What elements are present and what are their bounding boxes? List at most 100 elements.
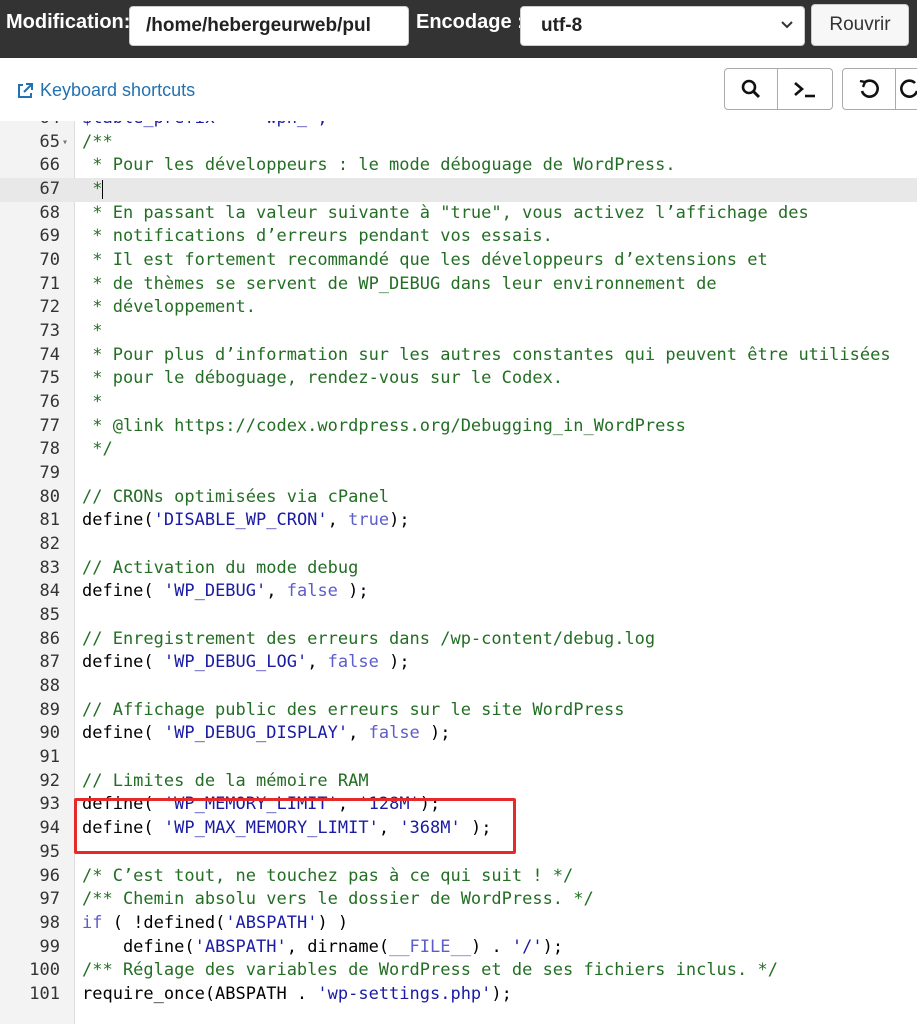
code-token: ); bbox=[542, 936, 564, 957]
line-number: 84 bbox=[39, 581, 60, 602]
line-number: 92 bbox=[39, 770, 60, 791]
code-text: define('DISABLE_WP_CRON', true); bbox=[82, 509, 410, 533]
code-line[interactable]: 68 * En passant la valeur suivante à "tr… bbox=[0, 202, 917, 226]
line-number: 75 bbox=[39, 368, 60, 389]
code-line[interactable]: 78 */ bbox=[0, 438, 917, 462]
search-icon bbox=[741, 79, 761, 99]
code-line[interactable]: 88 bbox=[0, 675, 917, 699]
code-text: * bbox=[82, 320, 102, 344]
code-token: define( bbox=[82, 723, 164, 744]
code-line[interactable]: 77 * @link https://codex.wordpress.org/D… bbox=[0, 415, 917, 439]
search-button[interactable] bbox=[724, 68, 778, 110]
editor-toolbar: Keyboard shortcuts bbox=[0, 58, 917, 122]
code-line[interactable]: 81 define('DISABLE_WP_CRON', true); bbox=[0, 509, 917, 533]
line-number: 65 bbox=[39, 131, 60, 152]
code-text: $table_prefix = 'wpn_'; bbox=[82, 121, 328, 131]
code-text: * bbox=[82, 391, 102, 415]
code-token: * Pour plus d’information sur les autres… bbox=[82, 344, 891, 365]
code-line[interactable]: 70 * Il est fortement recommandé que les… bbox=[0, 249, 917, 273]
code-line[interactable]: 71 * de thèmes se servent de WP_DEBUG da… bbox=[0, 273, 917, 297]
code-line[interactable]: 92 // Limites de la mémoire RAM bbox=[0, 770, 917, 794]
code-token: 'ABSPATH' bbox=[225, 912, 318, 933]
text-cursor bbox=[102, 179, 104, 199]
code-token: 'WP_DEBUG_DISPLAY' bbox=[163, 723, 349, 744]
code-token: // Limites de la mémoire RAM bbox=[82, 770, 369, 791]
code-token: * En passant la valeur suivante à "true"… bbox=[82, 202, 809, 223]
code-token: ); bbox=[419, 723, 451, 744]
code-line[interactable]: 76 * bbox=[0, 391, 917, 415]
code-line[interactable]: 84 define( 'WP_DEBUG', false ); bbox=[0, 580, 917, 604]
code-token: , bbox=[348, 723, 369, 744]
code-line[interactable]: 85 bbox=[0, 604, 917, 628]
code-line[interactable]: 66 * Pour les développeurs : le mode déb… bbox=[0, 154, 917, 178]
code-line[interactable]: 79 bbox=[0, 462, 917, 486]
code-text: // CRONs optimisées via cPanel bbox=[82, 486, 389, 510]
code-line[interactable]: 64 $table_prefix = 'wpn_'; bbox=[0, 121, 917, 131]
code-line[interactable]: 87 define( 'WP_DEBUG_LOG', false ); bbox=[0, 651, 917, 675]
terminal-button[interactable] bbox=[777, 68, 833, 110]
terminal-icon bbox=[794, 82, 815, 98]
line-number: 88 bbox=[39, 676, 60, 697]
line-number: 95 bbox=[39, 841, 60, 862]
code-text: // Activation du mode debug bbox=[82, 557, 358, 581]
code-token: /** Chemin absolu vers le dossier de Wor… bbox=[82, 889, 594, 910]
line-number: 93 bbox=[39, 794, 60, 815]
code-line[interactable]: 83 // Activation du mode debug bbox=[0, 557, 917, 581]
line-number: 90 bbox=[39, 723, 60, 744]
code-text: /* C’est tout, ne touchez pas à ce qui s… bbox=[82, 865, 573, 889]
line-number: 78 bbox=[39, 439, 60, 460]
code-token: /** Réglage des variables de WordPress e… bbox=[82, 960, 778, 981]
encoding-value: utf-8 bbox=[541, 15, 583, 36]
code-token: 'wp-settings.php' bbox=[317, 983, 492, 1004]
code-line[interactable]: 69 * notifications d’erreurs pendant vos… bbox=[0, 225, 917, 249]
chevron-down-icon bbox=[781, 21, 793, 29]
file-path-input[interactable]: /home/hebergeurweb/pul bbox=[129, 6, 409, 46]
code-token: * notifications d’erreurs pendant vos es… bbox=[82, 226, 553, 247]
code-text: * @link https://codex.wordpress.org/Debu… bbox=[82, 415, 686, 439]
code-line[interactable]: 75 * pour le déboguage, rendez-vous sur … bbox=[0, 367, 917, 391]
code-token: * @link https://codex.wordpress.org/Debu… bbox=[82, 415, 686, 436]
code-line[interactable]: 80 // CRONs optimisées via cPanel bbox=[0, 486, 917, 510]
code-editor[interactable]: 64$table_prefix = 'wpn_';65▾ /**66 * Pour… bbox=[0, 121, 917, 1024]
code-token: $table_prefix = 'wpn_'; bbox=[82, 121, 328, 128]
keyboard-shortcuts-link[interactable]: Keyboard shortcuts bbox=[16, 80, 195, 101]
reopen-button[interactable]: Rouvrir bbox=[811, 4, 909, 46]
code-line[interactable]: 101 require_once(ABSPATH . 'wp-settings.p… bbox=[0, 983, 917, 1007]
redo-button[interactable] bbox=[895, 68, 917, 110]
code-lines: 64$table_prefix = 'wpn_';65▾ /**66 * Pour… bbox=[0, 121, 917, 1007]
code-line[interactable]: 74 * Pour plus d’information sur les aut… bbox=[0, 344, 917, 368]
code-token: ); bbox=[337, 581, 369, 602]
keyboard-shortcuts-label: Keyboard shortcuts bbox=[40, 80, 196, 100]
line-number: 99 bbox=[39, 936, 60, 957]
code-line[interactable]: 100 /** Réglage des variables de WordPres… bbox=[0, 959, 917, 983]
fold-arrow-icon[interactable]: ▾ bbox=[62, 131, 68, 155]
encoding-select[interactable]: utf-8 bbox=[520, 6, 805, 46]
code-line[interactable]: 96 /* C’est tout, ne touchez pas à ce qui… bbox=[0, 865, 917, 889]
undo-button[interactable] bbox=[842, 68, 896, 110]
code-line[interactable]: 82 bbox=[0, 533, 917, 557]
code-token: // Enregistrement des erreurs dans /wp-c… bbox=[82, 628, 656, 649]
code-token: 'WP_DEBUG_LOG' bbox=[163, 652, 308, 673]
code-line[interactable]: 99 define('ABSPATH', dirname(__FILE__) .… bbox=[0, 936, 917, 960]
code-text: /** bbox=[82, 131, 113, 155]
code-line[interactable]: 86 // Enregistrement des erreurs dans /wp… bbox=[0, 628, 917, 652]
code-text: * notifications d’erreurs pendant vos es… bbox=[82, 225, 553, 249]
code-line[interactable]: 72 * développement. bbox=[0, 296, 917, 320]
code-token: * pour le déboguage, rendez-vous sur le … bbox=[82, 368, 564, 389]
code-line[interactable]: 89 // Affichage public des erreurs sur le… bbox=[0, 699, 917, 723]
code-text: */ bbox=[82, 438, 112, 462]
code-token: define( bbox=[82, 510, 154, 531]
code-line[interactable]: 73 * bbox=[0, 320, 917, 344]
code-line[interactable]: 90 define( 'WP_DEBUG_DISPLAY', false ); bbox=[0, 722, 917, 746]
code-token: * Pour les développeurs : le mode débogu… bbox=[82, 155, 676, 176]
code-line[interactable]: 65 ▾ /** bbox=[0, 131, 917, 155]
code-line[interactable]: 91 bbox=[0, 746, 917, 770]
code-token: * bbox=[82, 179, 103, 200]
code-line[interactable]: 67 * bbox=[0, 178, 917, 202]
line-number: 101 bbox=[29, 983, 60, 1004]
code-line[interactable]: 98 if ( !defined('ABSPATH') ) bbox=[0, 912, 917, 936]
code-line[interactable]: 97 /** Chemin absolu vers le dossier de W… bbox=[0, 888, 917, 912]
code-text: if ( !defined('ABSPATH') ) bbox=[82, 912, 348, 936]
code-text: * Pour les développeurs : le mode débogu… bbox=[82, 154, 676, 178]
line-number: 94 bbox=[39, 818, 60, 839]
